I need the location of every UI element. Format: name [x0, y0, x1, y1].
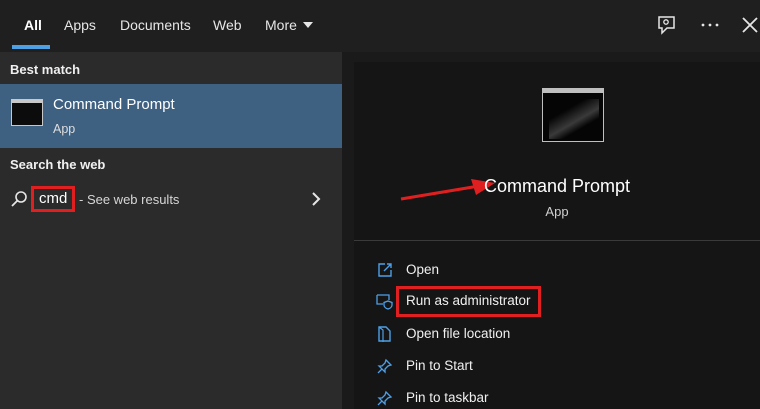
action-open-file-location-label: Open file location [406, 326, 511, 341]
divider [354, 240, 760, 241]
chevron-right-icon[interactable] [310, 191, 322, 207]
action-pin-to-start-label: Pin to Start [406, 358, 473, 373]
tab-documents[interactable]: Documents [120, 0, 191, 50]
pin-icon [377, 390, 393, 406]
tab-apps[interactable]: Apps [64, 0, 96, 50]
search-tab-bar: All Apps Documents Web More [0, 0, 760, 52]
search-query-highlight: cmd [31, 186, 76, 212]
tab-more[interactable]: More [265, 0, 313, 50]
action-pin-to-start[interactable]: Pin to Start [354, 351, 760, 381]
see-web-results-text: - See web results [79, 192, 180, 207]
action-pin-to-taskbar[interactable]: Pin to taskbar [354, 383, 760, 409]
action-run-as-administrator[interactable]: Run as administrator [354, 286, 760, 317]
web-result-row[interactable]: cmd - See web results [0, 183, 342, 217]
tab-web[interactable]: Web [213, 0, 242, 50]
action-pin-to-taskbar-label: Pin to taskbar [406, 390, 489, 405]
tab-all[interactable]: All [24, 0, 42, 50]
best-match-header: Best match [10, 62, 81, 77]
more-options-icon[interactable] [695, 10, 725, 40]
action-run-as-administrator-label: Run as administrator [406, 293, 531, 308]
best-match-title: Command Prompt [53, 96, 175, 113]
file-location-icon [378, 326, 391, 342]
command-prompt-icon [11, 99, 43, 126]
best-match-command-prompt[interactable]: Command Prompt App [0, 84, 342, 148]
feedback-icon[interactable] [652, 10, 682, 40]
best-match-subtitle: App [53, 122, 76, 136]
tab-more-label: More [265, 17, 297, 33]
search-icon [11, 191, 27, 207]
action-open[interactable]: Open [354, 255, 760, 285]
search-results-panel: Best match Command Prompt App Search the… [0, 52, 342, 409]
active-tab-indicator [12, 45, 50, 49]
shield-icon [376, 294, 393, 310]
action-open-file-location[interactable]: Open file location [354, 319, 760, 349]
app-title: Command Prompt [483, 176, 631, 196]
pin-icon [377, 358, 393, 374]
command-prompt-large-icon [542, 88, 604, 142]
search-web-header: Search the web [10, 157, 106, 172]
app-details-card: Command Prompt App Open Run as administr… [354, 62, 760, 409]
app-details-panel: Command Prompt App Open Run as administr… [342, 52, 760, 409]
app-subtitle: App [545, 204, 569, 219]
open-icon [378, 263, 392, 277]
action-open-label: Open [406, 262, 440, 277]
close-icon[interactable] [735, 10, 760, 40]
chevron-down-icon [302, 22, 313, 28]
